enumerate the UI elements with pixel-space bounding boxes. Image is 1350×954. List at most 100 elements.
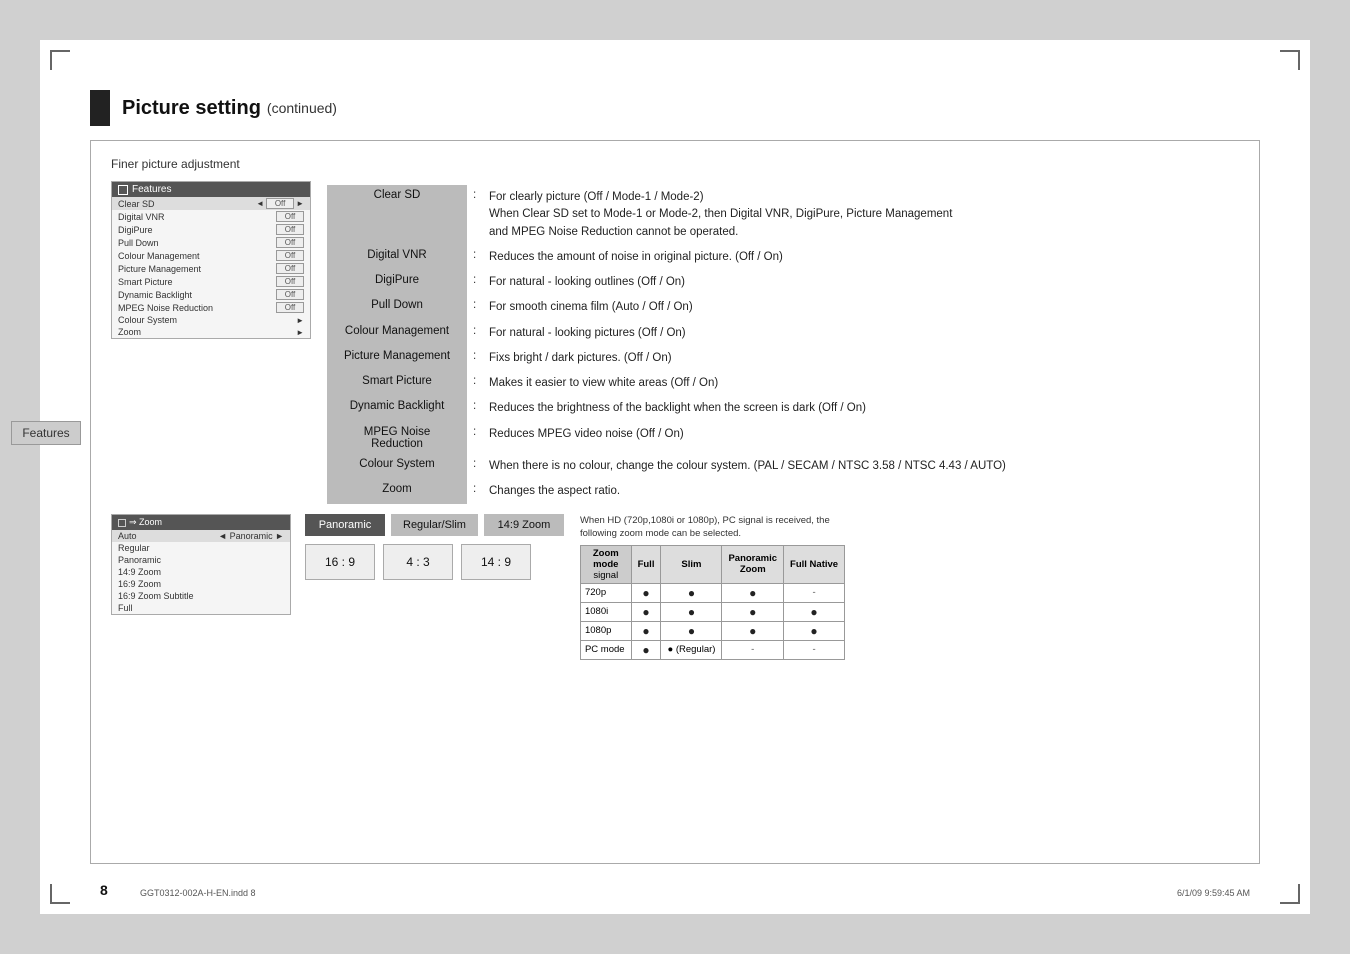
menu-item-digipure[interactable]: DigiPure Off: [112, 223, 310, 236]
feature-colon: :: [467, 371, 483, 396]
menu-item-dynamicbacklight-label: Dynamic Backlight: [118, 290, 192, 300]
zoom-pcmode-panoramiczoom: -: [722, 640, 784, 659]
feature-desc-coloursystem: When there is no colour, change the colo…: [483, 454, 1239, 479]
ratio-btn-169[interactable]: 16 : 9: [305, 544, 375, 580]
menu-item-digitalvnr[interactable]: Digital VNR Off: [112, 210, 310, 223]
menu-item-dynamicbacklight[interactable]: Dynamic Backlight Off: [112, 288, 310, 301]
feature-name-picturemgmt: Picture Management: [327, 346, 467, 371]
zoom-1080p-panoramiczoom: ●: [722, 621, 784, 640]
zoom-1080i-slim: ●: [661, 602, 722, 621]
zoom-menu-regular-label: Regular: [118, 543, 150, 553]
feature-colon: :: [467, 454, 483, 479]
feature-desc-zoom: Changes the aspect ratio.: [483, 479, 1239, 504]
zoom-table-area: When HD (720p,1080i or 1080p), PC signal…: [580, 514, 845, 660]
menu-item-pulldown[interactable]: Pull Down Off: [112, 236, 310, 249]
zoom-1080i-panoramiczoom: ●: [722, 602, 784, 621]
header-bar: Picture setting (continued): [90, 90, 1260, 126]
zoom-menu-icon: [118, 519, 126, 527]
footer-date: 6/1/09 9:59:45 AM: [1177, 888, 1250, 898]
feature-name-zoom: Zoom: [327, 479, 467, 504]
features-menu-box: Features Clear SD ◄ Off ► Digital VNR Of…: [111, 181, 311, 339]
zoom-pcmode-fullnative: -: [784, 640, 845, 659]
table-row: Digital VNR : Reduces the amount of nois…: [327, 245, 1239, 270]
feature-desc-picturemgmt: Fixs bright / dark pictures. (Off / On): [483, 346, 1239, 371]
table-row: PC mode ● ● (Regular) - -: [580, 640, 844, 659]
menu-title: Features: [132, 184, 171, 195]
corner-mark-br: [1280, 884, 1300, 904]
zoom-720p-fullnative: -: [784, 583, 845, 602]
zoom-1080i-fullnative: ●: [784, 602, 845, 621]
zoom-menu-item-panoramic[interactable]: Panoramic: [112, 554, 290, 566]
feature-name-colourmgmt: Colour Management: [327, 321, 467, 346]
zoom-table-header-slim: Slim: [661, 545, 722, 583]
zoom-menu-149zoom-label: 14:9 Zoom: [118, 567, 161, 577]
feature-desc-pulldown: For smooth cinema film (Auto / Off / On): [483, 295, 1239, 320]
menu-item-clearsd-value: ◄ Off ►: [256, 198, 304, 209]
table-row: 1080p ● ● ● ●: [580, 621, 844, 640]
menu-item-mpegreduction[interactable]: MPEG Noise Reduction Off: [112, 301, 310, 314]
feature-name-clearsd: Clear SD: [327, 185, 467, 245]
menu-item-colourmgmt-label: Colour Management: [118, 251, 200, 261]
table-row: Pull Down : For smooth cinema film (Auto…: [327, 295, 1239, 320]
table-row: 1080i ● ● ● ●: [580, 602, 844, 621]
menu-item-clearsd-label: Clear SD: [118, 199, 155, 209]
zoom-table-header-panoramiczoom: PanoramicZoom: [722, 545, 784, 583]
zoom-menu-item-149zoom[interactable]: 14:9 Zoom: [112, 566, 290, 578]
zoom-menu-item-169zoom[interactable]: 16:9 Zoom: [112, 578, 290, 590]
zoom-mode-buttons: Panoramic Regular/Slim 14:9 Zoom: [305, 514, 564, 536]
page-number: 8: [100, 882, 108, 898]
feature-colon: :: [467, 270, 483, 295]
zoom-menu-title: ⇒ Zoom: [129, 517, 162, 528]
table-row: 720p ● ● ● -: [580, 583, 844, 602]
ratio-buttons: 16 : 9 4 : 3 14 : 9: [305, 544, 564, 580]
feature-desc-digipure: For natural - looking outlines (Off / On…: [483, 270, 1239, 295]
feature-colon: :: [467, 422, 483, 454]
menu-item-coloursystem[interactable]: Colour System ►: [112, 314, 310, 326]
menu-item-smartpicture[interactable]: Smart Picture Off: [112, 275, 310, 288]
feature-name-digipure: DigiPure: [327, 270, 467, 295]
zoom-signal-pcmode: PC mode: [580, 640, 631, 659]
corner-mark-tl: [50, 50, 70, 70]
zoom-720p-full: ●: [631, 583, 661, 602]
feature-desc-mpegreduction: Reduces MPEG video noise (Off / On): [483, 422, 1239, 454]
feature-colon: :: [467, 479, 483, 504]
finer-title: Finer picture adjustment: [111, 157, 1239, 171]
zoom-menu-item-full[interactable]: Full: [112, 602, 290, 614]
feature-desc-dynamicbacklight: Reduces the brightness of the backlight …: [483, 396, 1239, 421]
feature-colon: :: [467, 245, 483, 270]
menu-item-mpegreduction-label: MPEG Noise Reduction: [118, 303, 213, 313]
feature-colon: :: [467, 185, 483, 245]
menu-item-colourmgmt[interactable]: Colour Management Off: [112, 249, 310, 262]
zoom-1080p-fullnative: ●: [784, 621, 845, 640]
zoom-btn-149zoom[interactable]: 14:9 Zoom: [484, 514, 564, 536]
table-row: Picture Management : Fixs bright / dark …: [327, 346, 1239, 371]
table-row: DigiPure : For natural - looking outline…: [327, 270, 1239, 295]
feature-name-smartpicture: Smart Picture: [327, 371, 467, 396]
zoom-btn-regularslim[interactable]: Regular/Slim: [391, 514, 478, 536]
zoom-menu-item-regular[interactable]: Regular: [112, 542, 290, 554]
menu-icon: [118, 185, 128, 195]
zoom-menu-panoramic-label: Panoramic: [118, 555, 161, 565]
menu-item-digitalvnr-label: Digital VNR: [118, 212, 165, 222]
ratio-btn-43[interactable]: 4 : 3: [383, 544, 453, 580]
zoom-section: ⇒ Zoom Auto ◄ Panoramic ► Regular Panora…: [111, 514, 1239, 660]
zoom-menu-item-auto[interactable]: Auto ◄ Panoramic ►: [112, 530, 290, 542]
ratio-btn-149[interactable]: 14 : 9: [461, 544, 531, 580]
zoom-btn-panoramic[interactable]: Panoramic: [305, 514, 385, 536]
menu-item-picturemgmt[interactable]: Picture Management Off: [112, 262, 310, 275]
menu-item-zoom-arrow: ►: [296, 328, 304, 337]
menu-item-clearsd[interactable]: Clear SD ◄ Off ►: [112, 197, 310, 210]
feature-name-coloursystem: Colour System: [327, 454, 467, 479]
table-row: Dynamic Backlight : Reduces the brightne…: [327, 396, 1239, 421]
menu-item-coloursystem-arrow: ►: [296, 316, 304, 325]
menu-item-picturemgmt-label: Picture Management: [118, 264, 201, 274]
corner-mark-tr: [1280, 50, 1300, 70]
zoom-1080i-full: ●: [631, 602, 661, 621]
corner-mark-bl: [50, 884, 70, 904]
zoom-menu-169zoom-label: 16:9 Zoom: [118, 579, 161, 589]
zoom-menu-item-169subtitle[interactable]: 16:9 Zoom Subtitle: [112, 590, 290, 602]
menu-header: Features: [112, 182, 310, 197]
features-table: Clear SD : For clearly picture (Off / Mo…: [327, 185, 1239, 504]
footer-file: GGT0312-002A-H-EN.indd 8: [140, 888, 256, 898]
menu-item-zoom[interactable]: Zoom ►: [112, 326, 310, 338]
